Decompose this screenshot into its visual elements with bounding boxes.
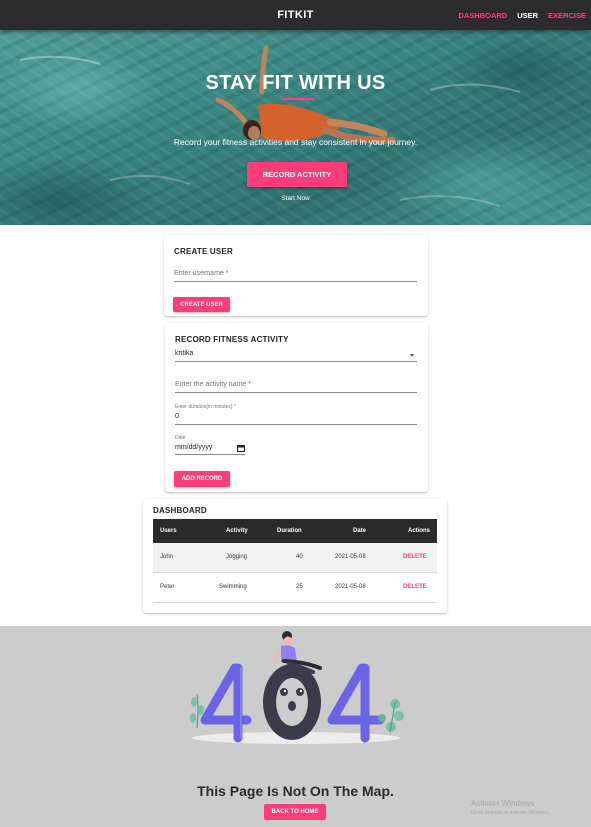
table-row: John Jogging 40 2021-05-08 DELETE (153, 543, 437, 573)
not-found-message: This Page Is Not On The Map. (197, 783, 394, 799)
nav-dashboard-link[interactable]: DASHBOARD (458, 11, 507, 20)
hero-title-underline (282, 98, 314, 100)
top-navbar: FITKIT DASHBOARD USER EXERCISE (0, 0, 591, 30)
nav-user-link[interactable]: USER (517, 11, 538, 20)
cell-activity: Swimming (219, 584, 247, 590)
cell-user: Peter (160, 584, 175, 590)
cell-user: John (160, 554, 174, 560)
column-users: Users (160, 528, 177, 534)
date-underline (175, 454, 245, 455)
create-user-button[interactable]: CREATE USER (173, 297, 230, 312)
create-user-title: CREATE USER (174, 247, 233, 256)
not-found-illustration (190, 631, 404, 744)
user-select[interactable]: kritika (175, 350, 193, 357)
nav-links: DASHBOARD USER EXERCISE (458, 11, 586, 20)
cell-date: 2021-05-08 (335, 584, 366, 590)
cell-duration: 25 (296, 584, 303, 590)
hero-title: STAY FIT WITH US (205, 72, 386, 94)
duration-field[interactable]: 0 (175, 413, 179, 420)
record-activity-title: RECORD FITNESS ACTIVITY (175, 335, 289, 344)
username-field[interactable]: Enter username * (174, 270, 228, 277)
activate-windows-title: Activate Windows (471, 799, 535, 808)
column-duration: Duration (277, 528, 302, 534)
back-to-home-button[interactable]: BACK TO HOME (264, 804, 326, 820)
digit-zero-face (263, 664, 321, 740)
dashboard-title: DASHBOARD (153, 506, 207, 515)
column-activity: Activity (226, 528, 248, 534)
duration-underline (175, 424, 417, 425)
digit-four-right (327, 663, 385, 743)
date-field[interactable]: mm/dd/yyyy (175, 444, 212, 451)
column-date: Date (353, 528, 367, 534)
calendar-icon[interactable] (237, 444, 245, 452)
hero-subtitle: Record your fitness activities and stay … (173, 137, 418, 147)
cell-date: 2021-05-08 (335, 554, 366, 560)
hero-banner: STAY FIT WITH US Record your fitness act… (0, 30, 591, 225)
sitting-girl-figure (275, 631, 322, 674)
date-label: Date (175, 435, 186, 441)
right-bush (378, 699, 404, 733)
cell-duration: 40 (296, 554, 303, 560)
digit-four-left (200, 663, 252, 743)
cell-activity: Jogging (226, 554, 248, 560)
username-underline (174, 281, 417, 282)
table-row: Peter Swimming 25 2021-05-08 DELETE (153, 573, 437, 603)
record-activity-button[interactable]: RECORD ACTIVITY (247, 162, 347, 187)
duration-label: Enter duration(in minutes) * (175, 404, 236, 410)
nav-exercise-link[interactable]: EXERCISE (548, 11, 586, 20)
activity-name-underline (175, 392, 417, 393)
start-now-link[interactable]: Start Now (0, 195, 591, 202)
delete-button[interactable]: DELETE (403, 584, 427, 590)
user-select-underline (175, 361, 417, 362)
chevron-down-icon[interactable] (410, 354, 414, 357)
table-header: Users Activity Duration Date Actions (153, 519, 437, 543)
add-record-button[interactable]: ADD RECORD (174, 471, 230, 487)
activity-name-field[interactable]: Enter the activity name * (175, 381, 251, 388)
delete-button[interactable]: DELETE (403, 554, 427, 560)
activate-windows-subtitle: Go to Settings to activate Windows. (471, 810, 550, 816)
column-actions: Actions (408, 528, 431, 534)
